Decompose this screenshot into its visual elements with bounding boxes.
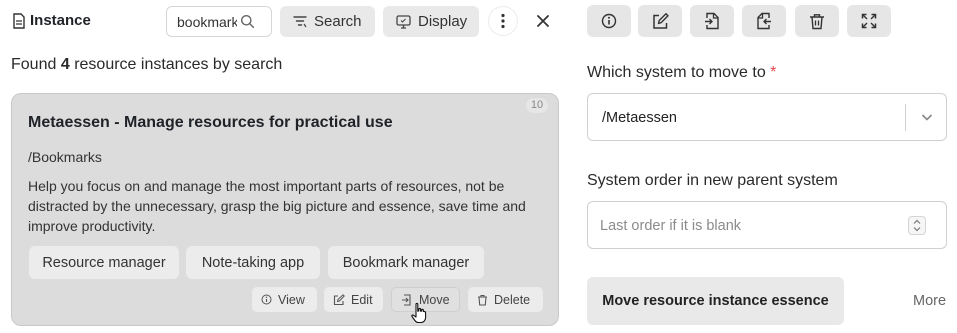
- results-prefix: Found: [11, 56, 57, 73]
- system-field-label: Which system to move to *: [587, 64, 776, 82]
- delete-button-label: Delete: [494, 292, 531, 307]
- trash-icon: [477, 294, 488, 306]
- trash-icon[interactable]: [795, 5, 839, 37]
- search-input-value[interactable]: bookmarks: [177, 14, 237, 30]
- view-button-label: View: [278, 292, 305, 307]
- system-select-value[interactable]: /Metaessen: [602, 110, 677, 126]
- display-button[interactable]: Display: [383, 6, 479, 37]
- search-input[interactable]: bookmarks: [166, 6, 272, 37]
- order-input-placeholder[interactable]: Last order if it is blank: [600, 218, 741, 234]
- order-input[interactable]: Last order if it is blank: [587, 201, 947, 249]
- results-suffix: resource instances by search: [74, 56, 283, 73]
- hand-cursor-icon: [411, 302, 427, 324]
- display-button-label: Display: [418, 13, 468, 30]
- card-path: /Bookmarks: [28, 149, 102, 165]
- system-select[interactable]: /Metaessen: [587, 93, 947, 141]
- search-button[interactable]: Search: [280, 6, 375, 37]
- move-resource-instance-button[interactable]: Move resource instance essence: [587, 277, 844, 325]
- search-icon[interactable]: [240, 14, 255, 29]
- required-mark: *: [770, 64, 777, 81]
- card-badge: 10: [526, 98, 548, 113]
- export-icon[interactable]: [742, 5, 786, 37]
- document-icon: [12, 12, 26, 29]
- system-field-label-text: Which system to move to: [587, 64, 766, 81]
- delete-button[interactable]: Delete: [468, 287, 543, 312]
- results-count: 4: [60, 56, 70, 73]
- left-panel-header: Instance bookmarks Search Display: [0, 0, 570, 42]
- panel-title-text: Instance: [30, 12, 91, 29]
- display-icon: [396, 14, 411, 29]
- view-button[interactable]: View: [252, 287, 317, 312]
- more-vertical-icon[interactable]: [488, 6, 518, 36]
- tag-note-taking-app[interactable]: Note-taking app: [186, 246, 320, 279]
- chevron-down-icon[interactable]: [920, 110, 934, 124]
- tag-bookmark-manager[interactable]: Bookmark manager: [328, 246, 484, 279]
- panel-title: Instance: [12, 12, 91, 29]
- search-button-label: Search: [314, 13, 362, 30]
- info-icon: [261, 294, 272, 305]
- import-icon[interactable]: [690, 5, 734, 37]
- select-divider: [905, 104, 906, 131]
- close-icon[interactable]: [532, 10, 554, 32]
- info-icon[interactable]: [587, 5, 631, 37]
- more-link[interactable]: More: [913, 293, 946, 309]
- resource-instance-card[interactable]: 10 Metaessen - Manage resources for prac…: [11, 93, 559, 326]
- order-field-label: System order in new parent system: [587, 172, 838, 189]
- filter-icon: [293, 15, 307, 29]
- edit-icon[interactable]: [638, 5, 682, 37]
- card-description: Help you focus on and manage the most im…: [28, 178, 526, 234]
- tag-resource-manager[interactable]: Resource manager: [29, 246, 179, 279]
- edit-button[interactable]: Edit: [324, 287, 383, 312]
- results-summary: Found 4 resource instances by search: [11, 56, 282, 74]
- number-stepper[interactable]: [908, 216, 926, 235]
- card-title: Metaessen - Manage resources for practic…: [28, 114, 393, 131]
- fullscreen-icon[interactable]: [847, 5, 891, 37]
- edit-button-label: Edit: [351, 292, 373, 307]
- edit-icon: [333, 293, 345, 306]
